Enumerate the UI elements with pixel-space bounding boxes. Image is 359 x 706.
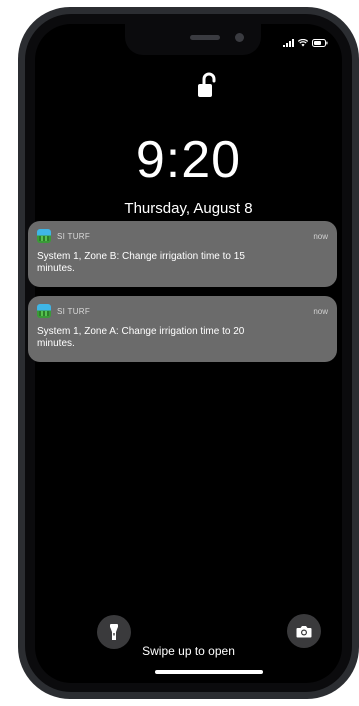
flashlight-icon	[110, 624, 118, 640]
speaker-grille	[190, 35, 220, 40]
notification-card[interactable]: SI TURF now System 1, Zone A: Change irr…	[28, 296, 337, 362]
home-indicator[interactable]	[155, 670, 263, 674]
notification-time: now	[313, 231, 328, 241]
status-bar	[283, 39, 328, 47]
notification-header: SI TURF now	[37, 229, 328, 243]
notification-time: now	[313, 306, 328, 316]
notification-app-name: SI TURF	[57, 231, 91, 241]
si-turf-app-icon	[37, 229, 51, 243]
notification-message: System 1, Zone A: Change irrigation time…	[37, 326, 245, 349]
camera-icon	[296, 625, 312, 637]
notification-header: SI TURF now	[37, 304, 328, 318]
lock-date: Thursday, August 8	[124, 200, 253, 217]
front-camera	[235, 33, 244, 42]
lock-time: 9:20	[135, 131, 242, 189]
wifi-icon	[298, 39, 308, 47]
si-turf-app-icon	[37, 304, 51, 318]
notification-app-name: SI TURF	[57, 306, 91, 316]
notification-card[interactable]: SI TURF now System 1, Zone B: Change irr…	[28, 221, 337, 287]
notification-message: System 1, Zone B: Change irrigation time…	[37, 251, 245, 274]
camera-button[interactable]	[287, 614, 321, 648]
swipe-up-label: Swipe up to open	[142, 644, 235, 658]
unlocked-padlock-icon	[198, 71, 216, 104]
signal-bars-icon	[283, 39, 294, 47]
battery-icon	[312, 39, 328, 47]
notch	[125, 24, 261, 55]
